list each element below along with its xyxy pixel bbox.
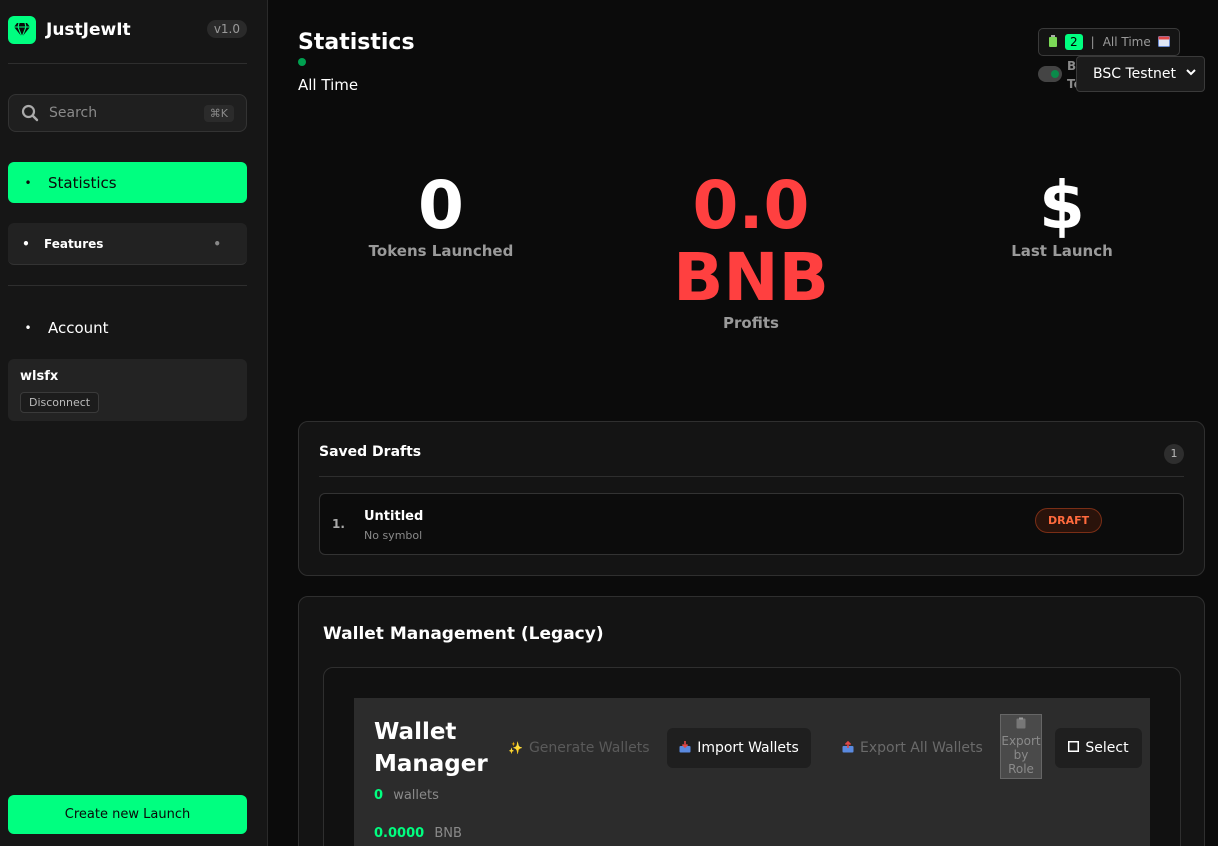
search-input[interactable]: Search ⌘K	[8, 94, 247, 132]
sparkles-icon: ✨	[508, 741, 523, 755]
button-label-line1: Export	[1001, 734, 1041, 748]
button-label-line3: Role	[1008, 762, 1034, 776]
testnet-toggle[interactable]	[1038, 66, 1062, 82]
app-name: JustJewIt	[46, 20, 131, 40]
time-range-picker[interactable]: 2 | All Time	[1038, 28, 1180, 56]
stat-value: $	[1039, 167, 1085, 244]
page-title: Statistics	[298, 30, 415, 55]
draft-symbol: No symbol	[364, 529, 423, 542]
network-select[interactable]: BSC Testnet	[1076, 56, 1205, 92]
wallet-balance-unit: BNB	[434, 826, 462, 841]
wallet-manager-title-line2: Manager	[374, 751, 488, 777]
button-label: Select	[1085, 740, 1129, 756]
stat-last-launch: $ Last Launch	[962, 167, 1162, 261]
username: wlsfx	[20, 369, 59, 384]
bullet-icon: •	[22, 236, 30, 251]
export-all-wallets-button[interactable]: Export All Wallets	[842, 728, 983, 768]
wallet-manager-title: Wallet Manager	[374, 716, 488, 780]
button-label: Export All Wallets	[860, 740, 983, 756]
stat-label: Last Launch	[1011, 242, 1113, 260]
import-wallets-button[interactable]: Import Wallets	[667, 728, 811, 768]
stat-profits: 0.0 BNB Profits	[641, 167, 861, 333]
bullet-icon: •	[24, 321, 32, 335]
disconnect-button[interactable]: Disconnect	[20, 392, 100, 413]
draft-index: 1.	[332, 517, 345, 531]
sidebar: JustJewIt v1.0 Search ⌘K • Statistics • …	[0, 0, 268, 846]
chevron-down-icon	[1186, 66, 1196, 80]
calendar-icon	[1157, 35, 1170, 50]
draft-name: Untitled	[364, 509, 424, 524]
wallet-manager-panel: Wallet Manager 0 wallets 0.0000 BNB ✨ Ge…	[354, 698, 1150, 846]
button-label-line2: by	[1013, 748, 1029, 762]
wallet-inner-panel: Wallet Manager 0 wallets 0.0000 BNB ✨ Ge…	[323, 667, 1181, 846]
draft-item[interactable]: 1. Untitled No symbol DRAFT	[319, 493, 1184, 555]
wallet-section-title: Wallet Management (Legacy)	[323, 624, 604, 644]
range-label: All Time	[1102, 35, 1151, 49]
app: JustJewIt v1.0 Search ⌘K • Statistics • …	[0, 0, 1218, 846]
search-placeholder: Search	[49, 105, 98, 121]
wallet-count-value: 0	[374, 788, 384, 803]
export-by-role-button[interactable]: Export by Role	[1000, 714, 1042, 779]
separator: |	[1090, 35, 1095, 49]
version-badge: v1.0	[206, 20, 247, 38]
stat-value: 0	[418, 167, 464, 244]
drafts-title: Saved Drafts	[319, 444, 422, 460]
sidebar-item-label: Features	[44, 236, 104, 251]
wallet-balance-value: 0.0000	[374, 826, 425, 841]
bullet-icon: •	[24, 175, 32, 190]
outbox-tray-icon	[842, 740, 854, 756]
draft-status-badge: DRAFT	[1035, 508, 1103, 533]
sidebar-item-label: Account	[48, 319, 109, 337]
inbox-tray-icon	[679, 740, 691, 756]
period-label: All Time	[298, 76, 359, 94]
search-icon	[21, 104, 39, 122]
checkbox-icon	[1068, 741, 1080, 755]
status-dot	[298, 58, 306, 66]
drafts-count-badge: 1	[1164, 444, 1184, 464]
stat-label: Tokens Launched	[368, 242, 514, 260]
stat-tokens-launched: 0 Tokens Launched	[341, 167, 541, 261]
stat-value-line1: 0.0	[692, 167, 810, 244]
stat-value-line2: BNB	[673, 239, 829, 316]
sidebar-item-features[interactable]: • Features •	[8, 223, 247, 265]
saved-drafts-card: Saved Drafts 1 1. Untitled No symbol DRA…	[298, 421, 1205, 576]
sidebar-item-label: Statistics	[48, 173, 117, 192]
button-label: Import Wallets	[697, 740, 799, 756]
wallet-balance: 0.0000 BNB	[374, 826, 462, 841]
wallet-management-card: Wallet Management (Legacy) Wallet Manage…	[298, 596, 1205, 846]
clipboard-icon	[1001, 717, 1041, 732]
user-card: wlsfx Disconnect	[8, 359, 247, 421]
divider	[8, 63, 247, 64]
wallet-manager-title-line1: Wallet	[374, 719, 457, 745]
create-launch-button[interactable]: Create new Launch	[8, 795, 247, 834]
divider	[8, 285, 247, 286]
toggle-knob	[1051, 70, 1059, 78]
sidebar-item-account[interactable]: • Account	[8, 315, 247, 341]
search-shortcut: ⌘K	[203, 104, 234, 122]
generate-wallets-button[interactable]: ✨ Generate Wallets	[508, 728, 650, 768]
divider	[319, 476, 1184, 477]
battery-icon	[1049, 34, 1057, 50]
wallet-count-label: wallets	[393, 788, 439, 803]
network-selected-value: BSC Testnet	[1093, 66, 1177, 82]
sidebar-item-statistics[interactable]: • Statistics	[8, 162, 247, 203]
stat-label: Profits	[723, 314, 779, 332]
wallet-count: 0 wallets	[374, 788, 439, 803]
select-button[interactable]: Select	[1055, 728, 1142, 768]
expand-dot-icon: •	[213, 236, 221, 251]
range-count-badge: 2	[1065, 34, 1083, 50]
brand[interactable]: JustJewIt v1.0	[8, 15, 247, 45]
gem-logo-icon	[8, 16, 36, 44]
button-label: Generate Wallets	[528, 740, 650, 756]
